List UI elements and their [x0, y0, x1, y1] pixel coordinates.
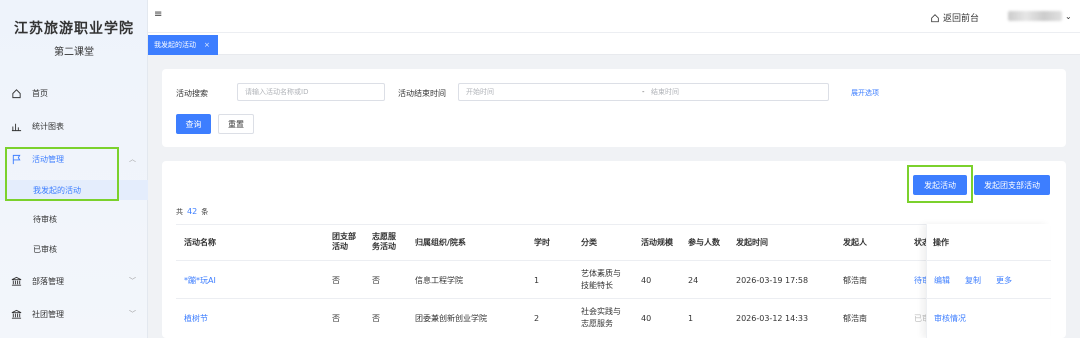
ops-row-line: [927, 298, 1051, 299]
expand-options-link[interactable]: 展开选项: [851, 88, 879, 98]
tab-bar: 我发起的活动 ×: [148, 33, 1080, 55]
cell-launcher: 郁浩南: [843, 276, 867, 285]
cell-participants: 1: [688, 314, 694, 323]
brand-subtitle: 第二课堂: [54, 47, 94, 58]
col-header-hours: 学时: [534, 238, 550, 247]
launch-branch-activity-button[interactable]: 发起团支部活动: [974, 175, 1050, 195]
reset-button[interactable]: 重置: [218, 114, 254, 134]
cell-launch-time: 2026-03-12 14:33: [736, 314, 809, 323]
chevron-up-icon: ︿: [129, 155, 136, 163]
tab-my-activities[interactable]: 我发起的活动 ×: [148, 35, 218, 55]
range-separator: -: [642, 88, 645, 96]
col-header-launch-time: 发起时间: [736, 238, 768, 247]
bank-icon: [10, 275, 22, 287]
end-time-placeholder: 结束时间: [651, 88, 679, 96]
menu-toggle-icon[interactable]: ≡: [154, 9, 162, 20]
sidebar-subitem-reviewed[interactable]: 已审核: [0, 239, 148, 259]
activity-search-input[interactable]: 请输入活动名称或ID: [237, 83, 385, 101]
edit-link[interactable]: 编辑: [934, 275, 950, 287]
cell-hours: 1: [534, 276, 540, 285]
cell-volunteer: 否: [372, 314, 380, 323]
cell-volunteer: 否: [372, 276, 380, 285]
tab-label: 我发起的活动: [154, 41, 196, 49]
table-row-divider: [176, 298, 1050, 299]
table-header-top-line: [176, 224, 1050, 225]
close-icon[interactable]: ×: [204, 41, 210, 49]
sidebar-item-home[interactable]: 首页: [0, 82, 148, 104]
cell-scale: 40: [641, 276, 652, 285]
sidebar-item-label: 统计图表: [32, 121, 64, 131]
start-time-placeholder: 开始时间: [466, 88, 494, 96]
search-panel: [162, 69, 1066, 147]
query-button[interactable]: 查询: [176, 114, 211, 134]
end-time-label: 活动结束时间: [398, 89, 446, 98]
col-header-launcher: 发起人: [843, 238, 867, 247]
cell-branch: 否: [332, 276, 340, 285]
sidebar-item-label: 部落管理: [32, 276, 64, 286]
home-icon: [931, 13, 939, 22]
date-range-picker[interactable]: 开始时间 - 结束时间: [458, 83, 829, 101]
col-header-ops: 操作: [933, 238, 949, 247]
col-header-name: 活动名称: [184, 238, 216, 247]
operations-column: 操作 编辑 复制 更多 审核情况: [926, 224, 1051, 338]
top-header: ≡ 返回前台 ⌄: [148, 0, 1080, 33]
user-name-blurred: [1008, 11, 1062, 21]
sidebar-subitem-pending-review[interactable]: 待审核: [0, 209, 148, 229]
col-header-scale: 活动规模: [641, 238, 673, 247]
cell-category: 社会实践与 志愿服务: [581, 307, 621, 328]
chevron-down-icon: ⌄: [1065, 11, 1072, 21]
ops-header-line: [927, 260, 1051, 261]
chart-icon: [10, 120, 22, 132]
chevron-down-icon: ﹀: [129, 277, 136, 285]
sidebar-item-charts[interactable]: 统计图表: [0, 115, 148, 137]
back-to-front-link[interactable]: 返回前台: [930, 11, 979, 24]
col-header-branch: 团支部 活动: [332, 232, 356, 251]
sidebar-item-label: 首页: [32, 88, 48, 98]
brand-title: 江苏旅游职业学院: [14, 21, 134, 37]
col-header-category: 分类: [581, 238, 597, 247]
cell-org: 信息工程学院: [415, 276, 463, 285]
cell-org: 团委兼创新创业学院: [415, 314, 487, 323]
sidebar-item-label: 社团管理: [32, 309, 64, 319]
col-header-volunteer: 志愿服 务活动: [372, 232, 396, 251]
sidebar-item-tribe-management[interactable]: 部落管理 ﹀: [0, 270, 148, 292]
cell-launch-time: 2026-03-19 17:58: [736, 276, 809, 285]
col-header-org: 归属组织/院系: [415, 238, 466, 247]
total-count: 共 42 条: [176, 207, 208, 217]
home-icon: [10, 87, 22, 99]
table-header-bottom-line: [176, 260, 1050, 261]
activity-search-label: 活动搜索: [176, 89, 208, 98]
user-menu[interactable]: ⌄: [1008, 11, 1072, 21]
highlight-annotation: [907, 165, 973, 203]
sidebar-item-club-management[interactable]: 社团管理 ﹀: [0, 303, 148, 325]
total-suffix: 条: [201, 208, 209, 216]
cell-participants: 24: [688, 276, 699, 285]
activity-name-link[interactable]: *蹦*玩AI: [184, 275, 216, 287]
highlight-annotation: [5, 147, 119, 201]
chevron-down-icon: ﹀: [129, 310, 136, 318]
more-link[interactable]: 更多: [996, 275, 1012, 287]
cell-launcher: 郁浩南: [843, 314, 867, 323]
activity-name-link[interactable]: 植树节: [184, 313, 208, 325]
col-header-participants: 参与人数: [688, 238, 720, 247]
cell-category: 艺体素质与 技能特长: [581, 269, 621, 290]
review-status-link[interactable]: 审核情况: [934, 313, 966, 325]
copy-link[interactable]: 复制: [965, 275, 981, 287]
cell-scale: 40: [641, 314, 652, 323]
total-prefix: 共: [176, 208, 183, 216]
total-number: 42: [187, 207, 198, 216]
cell-branch: 否: [332, 314, 340, 323]
back-to-front-label: 返回前台: [943, 14, 980, 24]
cell-hours: 2: [534, 314, 540, 323]
bank-icon: [10, 308, 22, 320]
